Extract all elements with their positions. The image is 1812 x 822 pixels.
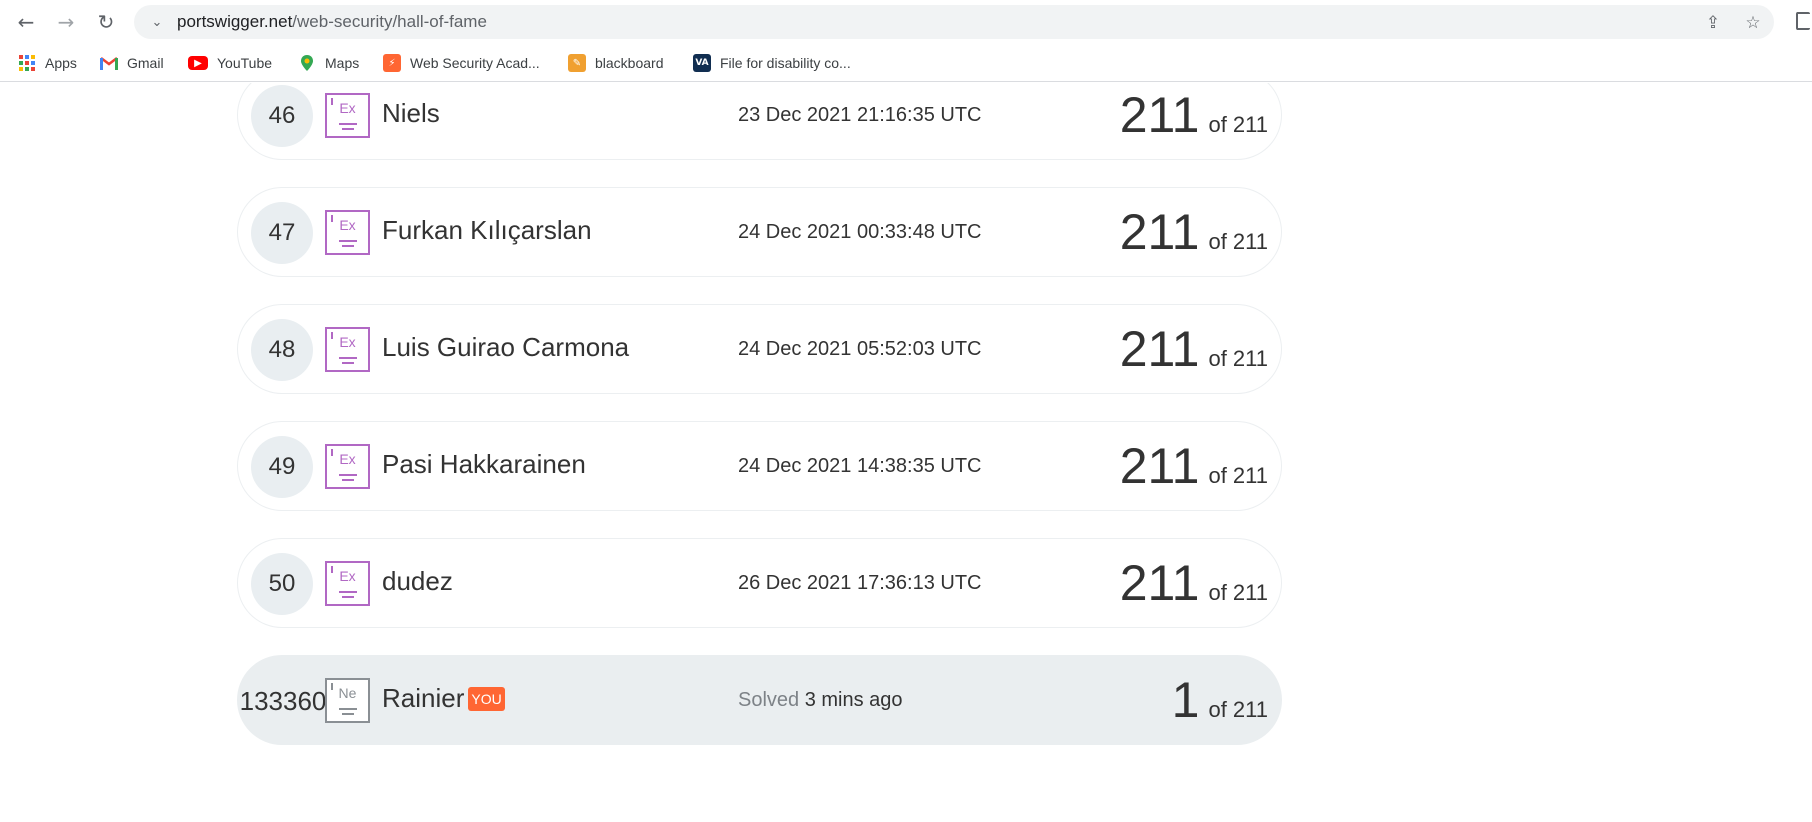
- score: 211 of 211: [1120, 438, 1268, 494]
- rank-circle: 46: [251, 85, 313, 147]
- newbie-badge-icon: Ne: [325, 678, 370, 723]
- score-total: of 211: [1208, 697, 1268, 722]
- share-icon[interactable]: ⇪: [1702, 12, 1724, 34]
- bookmark-apps[interactable]: Apps: [18, 52, 77, 74]
- site-info-icon[interactable]: ⌄: [148, 13, 166, 31]
- score-total: of 211: [1208, 229, 1268, 254]
- bookmark-label: blackboard: [595, 55, 664, 71]
- badge-abbr: Ex: [339, 100, 356, 116]
- score-total: of 211: [1208, 346, 1268, 371]
- user-name: dudez: [382, 566, 453, 596]
- expert-badge-icon: Ex: [325, 93, 370, 138]
- score-total: of 211: [1208, 112, 1268, 137]
- completion-date: 23 Dec 2021 21:16:35 UTC: [738, 104, 982, 126]
- expert-badge-icon: Ex: [325, 561, 370, 606]
- score-value: 211: [1119, 321, 1200, 377]
- score-total: of 211: [1208, 580, 1268, 605]
- completion-date: 24 Dec 2021 00:33:48 UTC: [738, 221, 982, 243]
- bookmark-label: YouTube: [217, 55, 273, 71]
- apps-grid-icon: [18, 54, 36, 72]
- bookmarks-bar: Apps Gmail ▶ YouTube Maps ⚡ Web Security…: [0, 44, 1812, 82]
- user-name: Furkan Kılıçarslan: [382, 215, 592, 245]
- score-value: 211: [1119, 438, 1200, 494]
- user-name: Luis Guirao Carmona: [382, 332, 630, 362]
- score-value: 211: [1119, 555, 1200, 611]
- leaderboard-row: 50 Ex dudez 26 Dec 2021 17:36:13 UTC 211…: [237, 538, 1282, 628]
- rank-circle: 47: [251, 202, 313, 264]
- current-user-row: 133360 Ne Rainier YOU Solved 3 mins ago …: [237, 655, 1282, 745]
- bookmark-maps[interactable]: Maps: [298, 52, 359, 74]
- bookmark-gmail[interactable]: Gmail: [100, 52, 164, 74]
- reload-icon[interactable]: ↻: [94, 10, 118, 34]
- url-text[interactable]: portswigger.net/web-security/hall-of-fam…: [177, 13, 487, 31]
- rank-circle: 48: [251, 319, 313, 381]
- leaderboard-row: 49 Ex Pasi Hakkarainen 24 Dec 2021 14:38…: [237, 421, 1282, 511]
- rank-circle: 50: [251, 553, 313, 615]
- user-name: Pasi Hakkarainen: [382, 449, 586, 479]
- maps-icon: [298, 54, 316, 72]
- score-value: 211: [1119, 204, 1200, 260]
- badge-abbr: Ex: [339, 217, 356, 233]
- badge-abbr: Ex: [339, 451, 356, 467]
- back-arrow-icon[interactable]: ←: [14, 10, 38, 34]
- badge-abbr: Ne: [338, 685, 357, 701]
- url-path: /web-security/hall-of-fame: [292, 12, 487, 31]
- leaderboard-row: 46 Ex Niels 23 Dec 2021 21:16:35 UTC 211…: [237, 83, 1282, 160]
- bookmark-star-icon[interactable]: ☆: [1742, 12, 1764, 34]
- bookmark-blackboard[interactable]: ✎ blackboard: [568, 52, 664, 74]
- bookmark-label: Apps: [45, 55, 77, 71]
- score: 1 of 211: [1172, 672, 1268, 728]
- side-panel-icon[interactable]: [1796, 12, 1810, 30]
- badge-abbr: Ex: [339, 568, 356, 584]
- bookmark-label: File for disability co...: [720, 55, 851, 71]
- score: 211 of 211: [1120, 204, 1268, 260]
- bookmark-web-security-academy[interactable]: ⚡ Web Security Acad...: [383, 52, 540, 74]
- va-icon: VA: [693, 54, 711, 72]
- expert-badge-icon: Ex: [325, 210, 370, 255]
- rank-number: 133360: [239, 685, 327, 716]
- gmail-icon: [100, 54, 118, 72]
- bookmark-youtube[interactable]: ▶ YouTube: [188, 52, 272, 74]
- user-name: Rainier YOU: [382, 683, 505, 714]
- rank-circle: 49: [251, 436, 313, 498]
- score-value: 1: [1171, 672, 1200, 728]
- web-security-academy-icon: ⚡: [383, 54, 401, 72]
- expert-badge-icon: Ex: [325, 444, 370, 489]
- user-name: Niels: [382, 98, 440, 128]
- you-badge: YOU: [468, 686, 505, 711]
- score: 211 of 211: [1120, 321, 1268, 377]
- completion-date: 26 Dec 2021 17:36:13 UTC: [738, 572, 982, 594]
- solved-status: Solved 3 mins ago: [738, 689, 903, 712]
- badge-abbr: Ex: [339, 334, 356, 350]
- url-host: portswigger.net: [177, 12, 293, 31]
- completion-date: 24 Dec 2021 05:52:03 UTC: [738, 338, 982, 360]
- user-name-text: Rainier: [382, 683, 465, 713]
- score: 211 of 211: [1120, 555, 1268, 611]
- bookmark-label: Gmail: [127, 55, 164, 71]
- expert-badge-icon: Ex: [325, 327, 370, 372]
- hall-of-fame-content: 46 Ex Niels 23 Dec 2021 21:16:35 UTC 211…: [0, 83, 1812, 822]
- completion-date: 24 Dec 2021 14:38:35 UTC: [738, 455, 982, 477]
- solved-label: Solved: [738, 689, 800, 711]
- forward-arrow-icon[interactable]: →: [54, 10, 78, 34]
- bookmark-label: Maps: [325, 55, 360, 71]
- blackboard-icon: ✎: [568, 54, 586, 72]
- browser-toolbar: ← → ↻ ⌄ portswigger.net/web-security/hal…: [0, 0, 1812, 44]
- bookmark-label: Web Security Acad...: [410, 55, 540, 71]
- leaderboard-row: 47 Ex Furkan Kılıçarslan 24 Dec 2021 00:…: [237, 187, 1282, 277]
- youtube-icon: ▶: [188, 56, 208, 70]
- address-bar[interactable]: ⌄ portswigger.net/web-security/hall-of-f…: [134, 5, 1774, 39]
- score-value: 211: [1119, 87, 1200, 143]
- leaderboard-row: 48 Ex Luis Guirao Carmona 24 Dec 2021 05…: [237, 304, 1282, 394]
- solved-when: 3 mins ago: [804, 689, 903, 711]
- bookmark-file-for-disability[interactable]: VA File for disability co...: [693, 52, 851, 74]
- score-total: of 211: [1208, 463, 1268, 488]
- score: 211 of 211: [1120, 87, 1268, 143]
